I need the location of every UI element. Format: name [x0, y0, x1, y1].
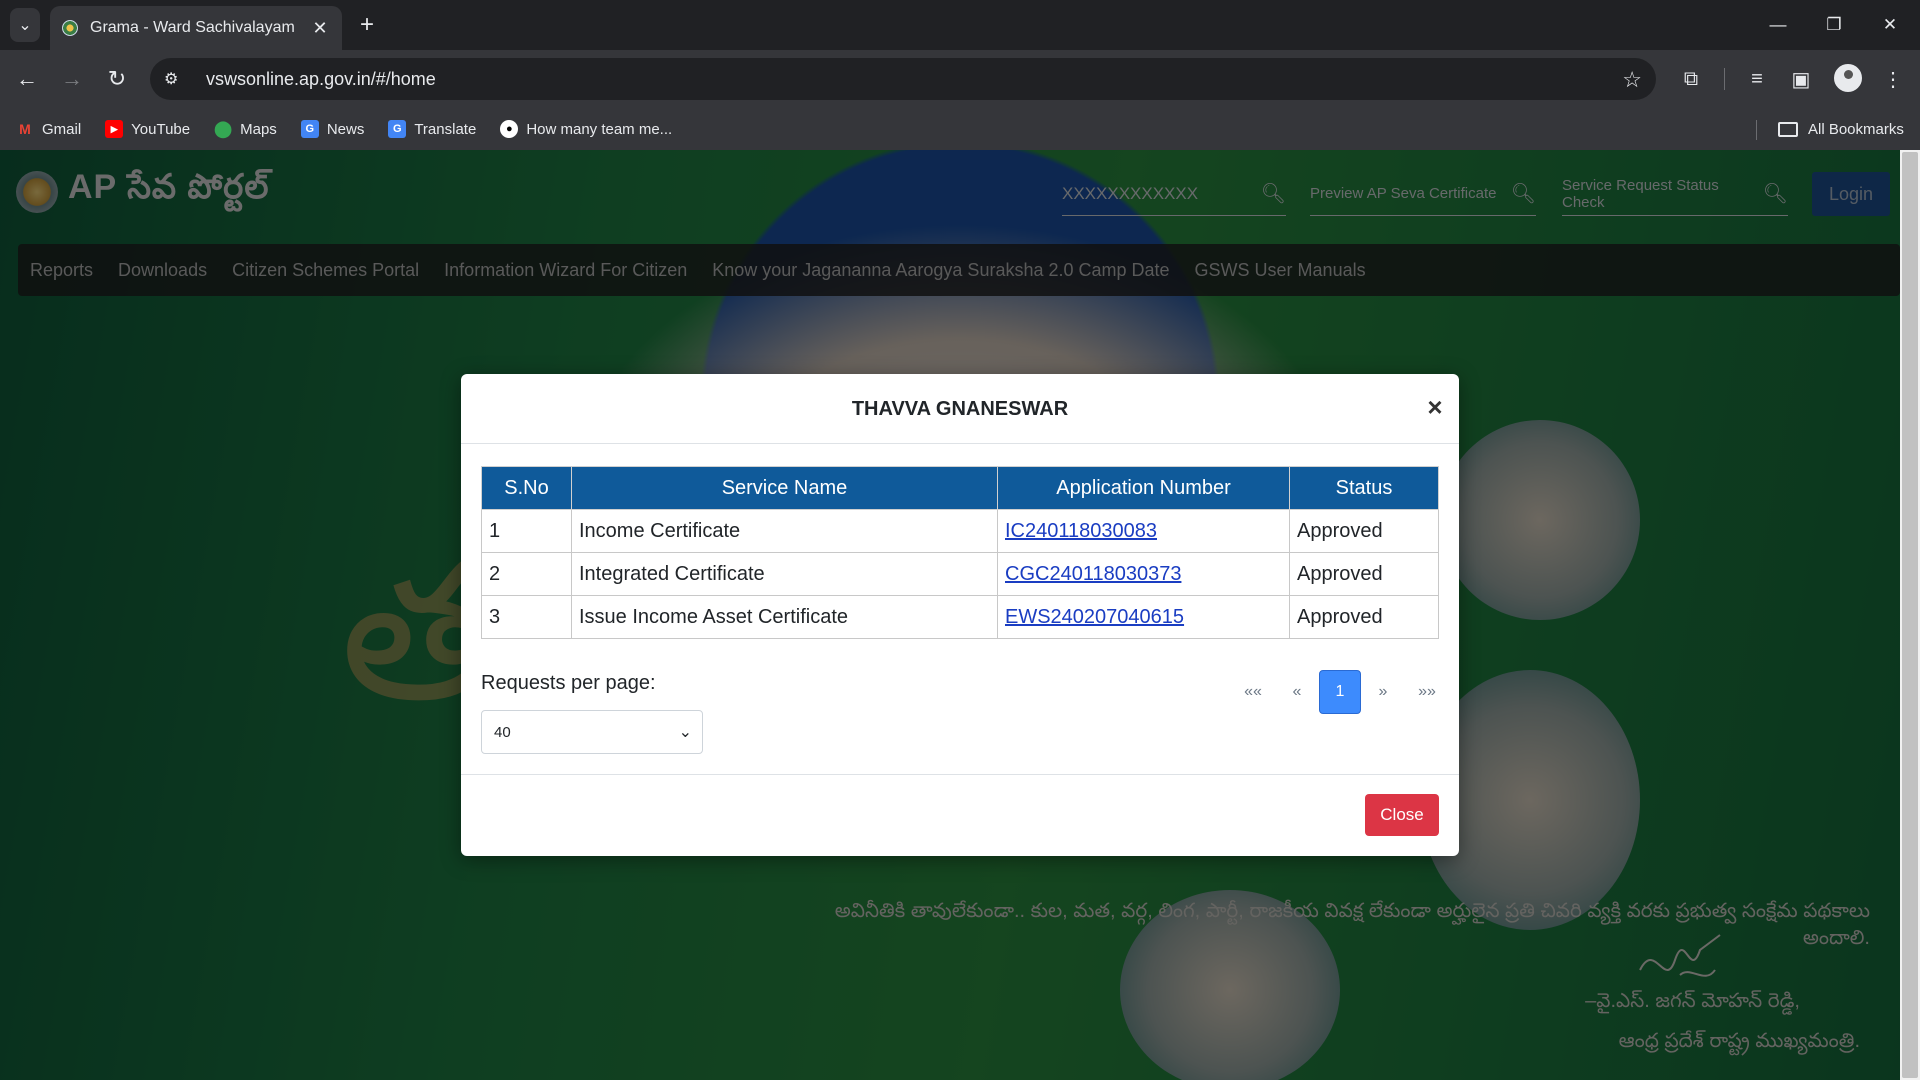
translate-icon: G — [388, 120, 407, 138]
forward-button[interactable]: → — [55, 62, 89, 96]
close-icon[interactable]: × — [1421, 394, 1449, 422]
cell-status: Approved — [1289, 509, 1439, 553]
news-icon: G — [300, 120, 319, 138]
applications-table: S.No Service Name Application Number Sta… — [481, 466, 1439, 639]
cell-sno: 1 — [481, 509, 572, 553]
folder-icon — [1778, 121, 1798, 137]
table-row: 1 Income Certificate IC240118030083 Appr… — [481, 509, 1439, 553]
bookmark-star-icon[interactable]: ☆ — [1622, 67, 1642, 93]
address-bar[interactable]: ⚙ vswsonline.ap.gov.in/#/home ☆ — [150, 58, 1656, 100]
more-menu-icon[interactable]: ⋮ — [1876, 62, 1910, 96]
column-header-service: Service Name — [571, 466, 998, 510]
cell-status: Approved — [1289, 595, 1439, 639]
cell-status: Approved — [1289, 552, 1439, 596]
cell-service: Integrated Certificate — [571, 552, 998, 596]
github-icon: ● — [500, 120, 519, 138]
column-header-app-number: Application Number — [997, 466, 1290, 510]
modal-title: THAVVA GNANESWAR — [851, 398, 1069, 420]
applications-modal: THAVVA GNANESWAR × S.No Service Name App… — [461, 374, 1459, 856]
column-header-status: Status — [1289, 466, 1439, 510]
modal-header: THAVVA GNANESWAR × — [461, 374, 1459, 444]
application-number-link[interactable]: IC240118030083 — [1005, 520, 1157, 542]
cell-service: Issue Income Asset Certificate — [571, 595, 998, 639]
bookmarks-bar: M Gmail ▶ YouTube ⬤ Maps G News G Translate ●… — [0, 108, 1920, 150]
bookmark-label: Gmail — [42, 120, 82, 138]
reload-button[interactable]: ↻ — [100, 62, 134, 96]
cell-sno: 2 — [481, 552, 572, 596]
tab-close-icon[interactable]: ✕ — [310, 18, 330, 39]
active-tab[interactable]: Grama - Ward Sachivalayam ✕ — [50, 6, 342, 50]
page-1-button[interactable]: 1 — [1319, 670, 1361, 714]
application-number-link[interactable]: EWS240207040615 — [1005, 606, 1184, 628]
bookmark-gmail[interactable]: M Gmail — [16, 120, 81, 138]
gmail-icon: M — [19, 121, 31, 137]
back-button[interactable]: ← — [10, 62, 44, 96]
side-panel-icon[interactable]: ▣ — [1784, 62, 1818, 96]
bookmark-label: How many team me... — [526, 120, 673, 138]
next-page-button[interactable]: » — [1361, 670, 1405, 714]
bookmark-label: Translate — [414, 120, 477, 138]
bookmark-label: News — [326, 120, 365, 138]
bookmark-maps[interactable]: ⬤ Maps — [214, 120, 277, 139]
scrollbar-thumb[interactable] — [1902, 152, 1918, 1078]
table-row: 3 Issue Income Asset Certificate EWS2402… — [481, 595, 1439, 639]
maps-icon: ⬤ — [214, 121, 233, 138]
browser-toolbar: ← → ↻ ⚙ vswsonline.ap.gov.in/#/home ☆ ⧉ … — [0, 50, 1920, 108]
media-control-icon[interactable]: ≡ — [1740, 62, 1774, 96]
tab-strip: ⌄ Grama - Ward Sachivalayam ✕ + — ❐ ✕ — [0, 0, 1920, 50]
column-header-sno: S.No — [481, 466, 572, 510]
requests-per-page-select[interactable]: 40 ⌄ — [481, 710, 703, 754]
minimize-button[interactable]: — — [1750, 0, 1806, 50]
window-close-button[interactable]: ✕ — [1862, 0, 1918, 50]
close-button[interactable]: Close — [1365, 794, 1439, 836]
requests-per-page-value: 40 — [494, 723, 511, 741]
chevron-down-icon: ⌄ — [678, 724, 692, 741]
application-number-link[interactable]: CGC240118030373 — [1005, 563, 1181, 585]
new-tab-button[interactable]: + — [352, 10, 382, 40]
bookmark-github[interactable]: ● How many team me... — [500, 120, 672, 138]
cell-sno: 3 — [481, 595, 572, 639]
bookmark-news[interactable]: G News — [300, 120, 365, 138]
extensions-icon[interactable]: ⧉ — [1674, 62, 1708, 96]
profile-avatar[interactable] — [1834, 64, 1862, 92]
modal-footer-divider — [461, 774, 1459, 775]
bookmark-translate[interactable]: G Translate — [388, 120, 476, 138]
site-info-icon[interactable]: ⚙ — [164, 69, 192, 89]
tab-title: Grama - Ward Sachivalayam — [90, 19, 295, 36]
chevron-down-icon: ⌄ — [18, 17, 32, 34]
bookmarks-divider — [1756, 120, 1757, 140]
bookmark-youtube[interactable]: ▶ YouTube — [105, 120, 190, 138]
toolbar-divider — [1724, 68, 1725, 90]
bookmark-label: Maps — [240, 120, 277, 138]
youtube-icon: ▶ — [105, 120, 124, 138]
last-page-button[interactable]: »» — [1405, 670, 1449, 714]
requests-per-page-label: Requests per page: — [481, 672, 656, 694]
tab-search-button[interactable]: ⌄ — [10, 8, 40, 42]
first-page-button[interactable]: «« — [1231, 670, 1275, 714]
table-header-row: S.No Service Name Application Number Sta… — [481, 466, 1439, 510]
cell-service: Income Certificate — [571, 509, 998, 553]
prev-page-button[interactable]: « — [1275, 670, 1319, 714]
site-favicon-icon — [62, 20, 78, 36]
pagination: «« « 1 » »» — [1231, 670, 1449, 714]
all-bookmarks-label: All Bookmarks — [1808, 120, 1904, 138]
bookmark-label: YouTube — [131, 120, 191, 138]
all-bookmarks-button[interactable]: All Bookmarks — [1778, 108, 1904, 150]
restore-button[interactable]: ❐ — [1806, 0, 1862, 50]
url-text: vswsonline.ap.gov.in/#/home — [206, 68, 436, 89]
table-row: 2 Integrated Certificate CGC240118030373… — [481, 552, 1439, 596]
